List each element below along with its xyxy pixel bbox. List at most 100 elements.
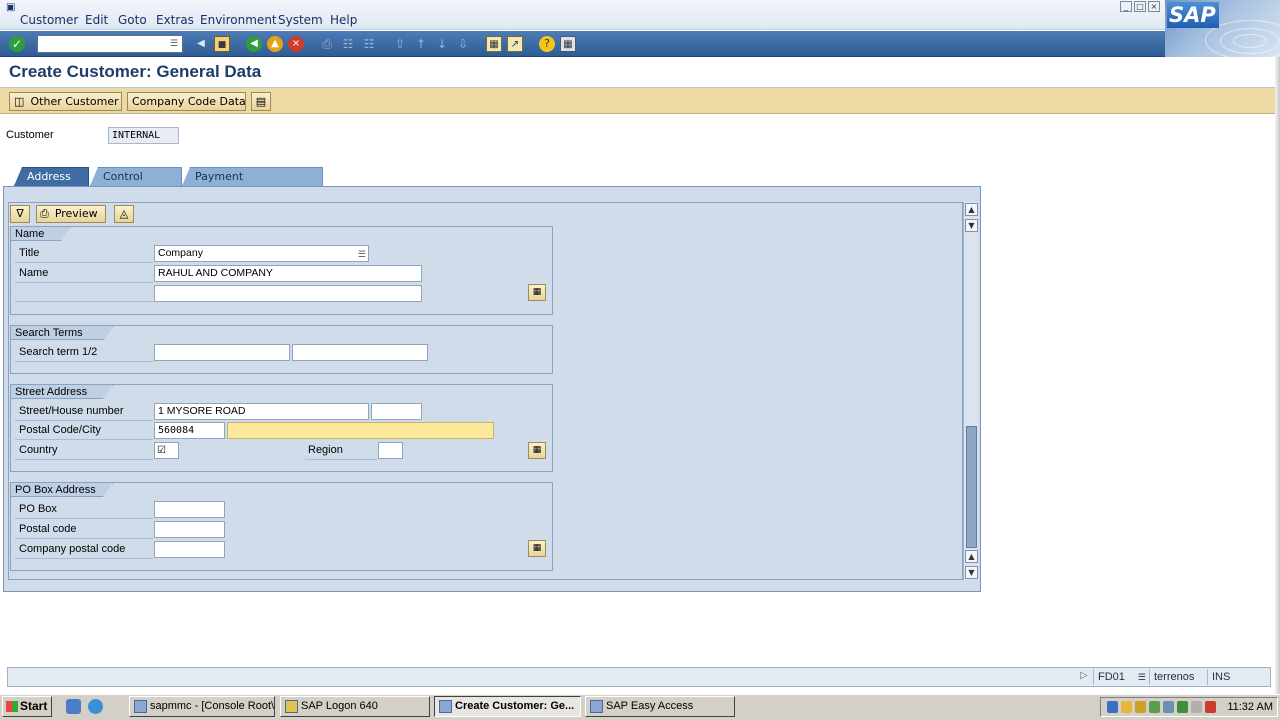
- menu-bar: ▣ Customer Edit Goto Extras Environment …: [0, 0, 1280, 30]
- create-session-icon[interactable]: ▦: [486, 36, 502, 52]
- status-insert-mode[interactable]: INS: [1207, 669, 1241, 685]
- vertical-scrollbar[interactable]: ▲ ▼ ▲ ▼: [963, 202, 978, 580]
- scroll-bottom-icon[interactable]: ▼: [965, 566, 978, 579]
- find-next-icon[interactable]: ☷: [361, 36, 377, 52]
- name-2-field[interactable]: [154, 285, 422, 302]
- taskbar-item-sapmmc[interactable]: sapmmc - [Console Root\...: [129, 696, 275, 717]
- name-label: Name: [19, 267, 49, 279]
- group-street-address-title: Street Address: [11, 385, 113, 399]
- security-tray-icon[interactable]: [1135, 701, 1146, 713]
- taskbar-item-create-customer[interactable]: Create Customer: Ge...: [434, 696, 581, 717]
- street-field[interactable]: 1 MYSORE ROAD: [154, 403, 369, 420]
- taskbar-item-sap-logon[interactable]: SAP Logon 640: [280, 696, 430, 717]
- standard-toolbar: ✓ ☰ ◀ ■ ◀ ▲ × ⎙ ☷ ☷ ⇧ ↑ ↓ ⇩ ▦ ↗ ? ▦: [0, 31, 1165, 57]
- command-field-dropdown-icon[interactable]: ☰: [170, 38, 180, 50]
- dropdown-icon: ☰: [357, 249, 366, 259]
- po-postal-code-field[interactable]: [154, 521, 225, 538]
- sap-logon-icon: [285, 700, 298, 713]
- required-checkbox-icon: ☑: [157, 445, 166, 456]
- cancel-icon[interactable]: ×: [288, 36, 304, 52]
- exit-icon[interactable]: ▲: [267, 36, 283, 52]
- menu-help[interactable]: Help: [330, 13, 357, 27]
- postal-code-field[interactable]: 560084: [154, 422, 225, 439]
- window-edge: [1275, 57, 1280, 694]
- title-dropdown[interactable]: Company ☰: [154, 245, 369, 262]
- menu-environment[interactable]: Environment: [200, 13, 277, 27]
- more-fields-icon[interactable]: ▦: [528, 442, 546, 459]
- window-controls: _ □ ×: [1120, 1, 1164, 13]
- collapse-all-icon[interactable]: ∇: [10, 205, 30, 223]
- company-code-data-button[interactable]: Company Code Data: [127, 92, 246, 111]
- next-page-icon[interactable]: ↓: [434, 36, 450, 52]
- other-customer-button[interactable]: ◫ Other Customer: [9, 92, 122, 111]
- network-tray-icon[interactable]: [1149, 701, 1160, 713]
- customer-label: Customer: [6, 129, 54, 141]
- folder-tray-icon[interactable]: [1121, 701, 1132, 713]
- search-term-2-field[interactable]: [292, 344, 428, 361]
- print-icon[interactable]: ⎙: [319, 36, 335, 52]
- po-box-field[interactable]: [154, 501, 225, 518]
- tab-payment-transactions[interactable]: Payment Transactions: [182, 167, 323, 186]
- company-postal-code-field[interactable]: [154, 541, 225, 558]
- help-tray-icon[interactable]: [1107, 701, 1118, 713]
- help-icon[interactable]: ?: [539, 36, 555, 52]
- po-box-label: PO Box: [19, 503, 57, 515]
- back-icon[interactable]: ◀: [246, 36, 262, 52]
- search-term-1-field[interactable]: [154, 344, 290, 361]
- region-field[interactable]: [378, 442, 403, 459]
- back-arrow-icon[interactable]: ◀: [193, 36, 209, 52]
- taskbar-clock[interactable]: 11:32 AM: [1227, 701, 1273, 713]
- find-icon[interactable]: ☷: [340, 36, 356, 52]
- system-menu-icon[interactable]: ▣: [6, 2, 15, 13]
- start-button[interactable]: Start: [2, 696, 52, 717]
- menu-edit[interactable]: Edit: [85, 13, 108, 27]
- postal-city-label: Postal Code/City: [19, 424, 101, 436]
- save-icon[interactable]: ■: [214, 36, 230, 52]
- tab-control-data[interactable]: Control Data: [90, 167, 182, 186]
- restore-icon[interactable]: □: [1134, 1, 1146, 12]
- menu-system[interactable]: System: [278, 13, 323, 27]
- preview-button[interactable]: ⎙ Preview: [36, 205, 106, 223]
- usb-tray-icon[interactable]: [1191, 701, 1202, 713]
- row-divider: [15, 518, 153, 519]
- scroll-up-icon[interactable]: ▼: [965, 219, 978, 232]
- scroll-top-icon[interactable]: ▲: [965, 203, 978, 216]
- shortcut-icon[interactable]: ↗: [507, 36, 523, 52]
- status-dropdown-icon[interactable]: ☰: [1138, 669, 1146, 685]
- first-page-icon[interactable]: ⇧: [392, 36, 408, 52]
- system-tray: 11:32 AM: [1100, 697, 1278, 717]
- house-number-field[interactable]: [371, 403, 422, 420]
- quick-launch-icon[interactable]: [88, 699, 103, 714]
- status-expand-icon[interactable]: ▷: [1080, 670, 1088, 681]
- international-versions-icon[interactable]: ◬: [114, 205, 134, 223]
- close-icon[interactable]: ×: [1148, 1, 1160, 12]
- enter-icon[interactable]: ✓: [9, 36, 25, 52]
- layout-menu-icon[interactable]: ▦: [560, 36, 576, 52]
- taskbar-item-sap-easy-access[interactable]: SAP Easy Access: [585, 696, 735, 717]
- document-icon[interactable]: ▤: [251, 92, 271, 111]
- name-field[interactable]: RAHUL AND COMPANY: [154, 265, 422, 282]
- row-divider: [15, 262, 153, 263]
- menu-customer[interactable]: Customer: [20, 13, 78, 27]
- tab-address[interactable]: Address: [14, 167, 89, 186]
- scroll-down-icon[interactable]: ▲: [965, 550, 978, 563]
- more-fields-icon[interactable]: ▦: [528, 284, 546, 301]
- menu-extras[interactable]: Extras: [156, 13, 194, 27]
- more-fields-icon[interactable]: ▦: [528, 540, 546, 557]
- ie-icon[interactable]: [66, 699, 81, 714]
- last-page-icon[interactable]: ⇩: [455, 36, 471, 52]
- minimize-icon[interactable]: _: [1120, 1, 1132, 12]
- windows-logo-icon: [6, 701, 18, 712]
- previous-page-icon[interactable]: ↑: [413, 36, 429, 52]
- other-customer-icon: ◫: [14, 95, 25, 108]
- country-field[interactable]: ☑: [154, 442, 179, 459]
- connection-tray-icon[interactable]: [1177, 701, 1188, 713]
- row-divider: [15, 420, 153, 421]
- antivirus-tray-icon[interactable]: [1205, 701, 1216, 713]
- volume-tray-icon[interactable]: [1163, 701, 1174, 713]
- city-field[interactable]: [227, 422, 494, 439]
- menu-goto[interactable]: Goto: [118, 13, 147, 27]
- command-field[interactable]: ☰: [37, 35, 183, 53]
- customer-field[interactable]: INTERNAL: [108, 127, 179, 144]
- scroll-thumb[interactable]: [966, 426, 977, 548]
